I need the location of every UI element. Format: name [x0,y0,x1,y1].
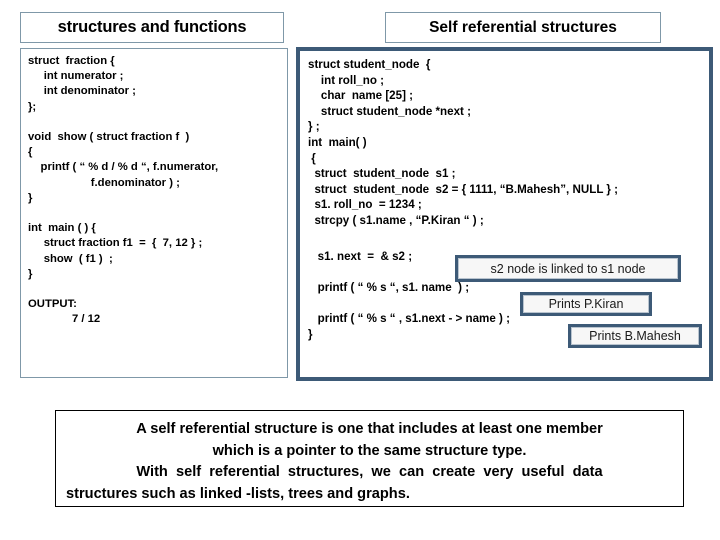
right-section-title: Self referential structures [385,12,661,43]
callout-prints-mahesh-inner: Prints B.Mahesh [571,327,699,345]
left-code-block: struct fraction { int numerator ; int de… [28,55,219,326]
left-section-title: structures and functions [20,12,284,43]
right-section-title-text: Self referential structures [429,18,617,36]
right-code-block-part1: struct student_node { int roll_no ; char… [308,58,619,227]
callout-prints-kiran-inner: Prints P.Kiran [523,295,649,313]
summary-box: A self referential structure is one that… [55,410,684,507]
callout-s2-link: s2 node is linked to s1 node [455,255,681,282]
summary-line-1: A self referential structure is one that… [136,421,603,437]
callout-prints-mahesh: Prints B.Mahesh [568,324,702,348]
left-section-title-text: structures and functions [57,18,247,36]
summary-line-3: With self referential structures, we can… [136,464,603,480]
callout-prints-kiran: Prints P.Kiran [520,292,652,316]
callout-s2-link-text: s2 node is linked to s1 node [490,261,646,276]
callout-prints-mahesh-text: Prints B.Mahesh [589,329,681,343]
slide-canvas: structures and functions Self referentia… [0,0,720,540]
left-code-panel: struct fraction { int numerator ; int de… [20,48,288,378]
summary-line-2: which is a pointer to the same structure… [212,442,527,459]
callout-prints-kiran-text: Prints P.Kiran [548,297,624,311]
callout-s2-link-inner: s2 node is linked to s1 node [458,258,678,279]
summary-line-4: structures such as linked -lists, trees … [66,485,410,502]
